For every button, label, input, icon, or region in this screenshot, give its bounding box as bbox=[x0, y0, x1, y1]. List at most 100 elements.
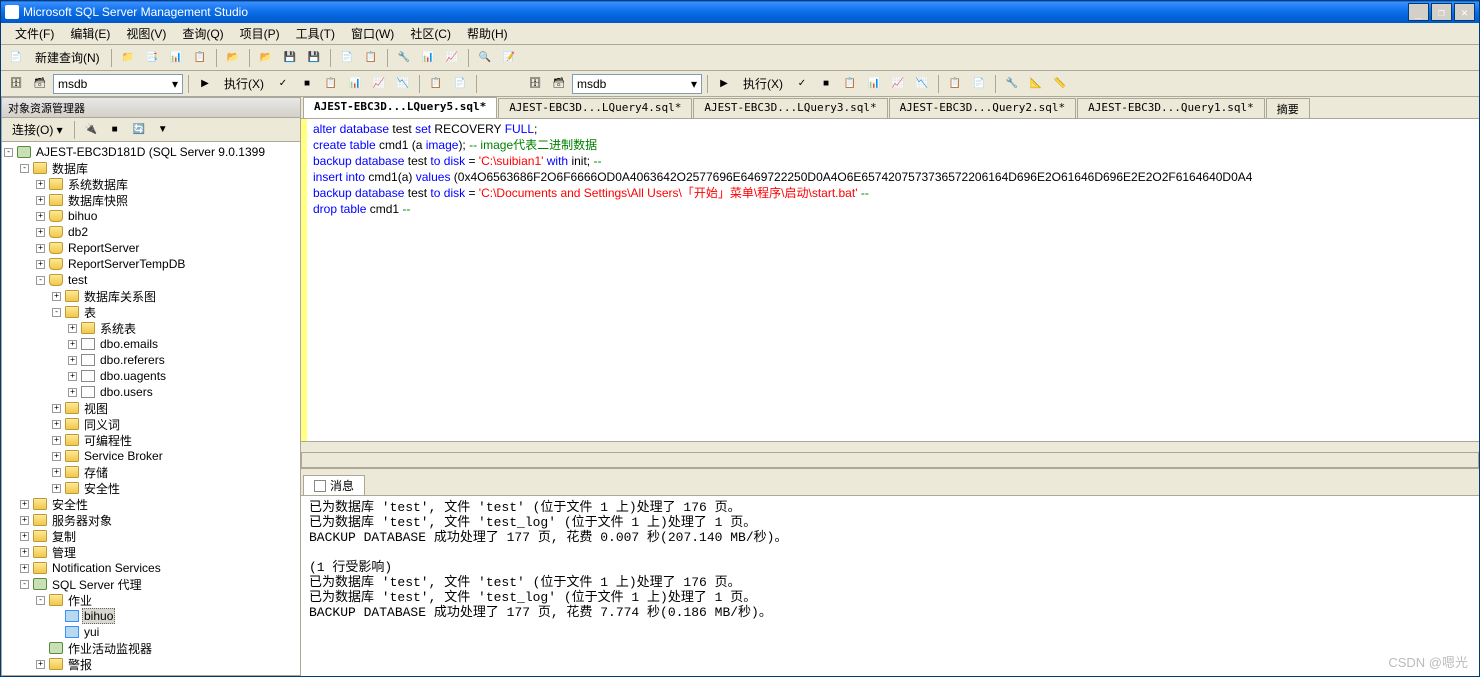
btn-icon-12[interactable]: 📊 bbox=[417, 47, 439, 69]
tree-toggle[interactable]: + bbox=[36, 180, 45, 189]
tree-node[interactable]: -AJEST-EBC3D181D (SQL Server 9.0.1399 bbox=[4, 144, 298, 160]
btn-icon-4[interactable]: 📋 bbox=[189, 47, 211, 69]
tree-node[interactable]: +dbo.uagents bbox=[4, 368, 298, 384]
tree-node[interactable]: +ReportServerTempDB bbox=[4, 256, 298, 272]
code-editor[interactable]: alter database test set RECOVERY FULL;cr… bbox=[301, 119, 1479, 441]
btn-db-icon-2[interactable]: 🗄 bbox=[524, 73, 546, 95]
icon-h[interactable]: 📉 bbox=[911, 73, 933, 95]
tree-toggle[interactable]: + bbox=[52, 420, 61, 429]
restore-button[interactable]: ❐ bbox=[1431, 3, 1452, 21]
menu-project[interactable]: 项目(P) bbox=[232, 23, 288, 44]
btn-icon-3[interactable]: 📊 bbox=[165, 47, 187, 69]
icon-l[interactable]: 📐 bbox=[1025, 73, 1047, 95]
tree-node[interactable]: +可编程性 bbox=[4, 432, 298, 448]
tree-node[interactable]: +系统数据库 bbox=[4, 176, 298, 192]
new-query-icon[interactable]: 📄 bbox=[5, 47, 27, 69]
tree-node[interactable]: +数据库快照 bbox=[4, 192, 298, 208]
tree-node[interactable]: yui bbox=[4, 624, 298, 640]
filter-icon[interactable]: ▼ bbox=[152, 119, 174, 141]
menu-tools[interactable]: 工具(T) bbox=[288, 23, 343, 44]
refresh-icon[interactable]: 🔄 bbox=[128, 119, 150, 141]
menu-window[interactable]: 窗口(W) bbox=[343, 23, 402, 44]
tree-toggle[interactable]: + bbox=[52, 292, 61, 301]
h-scrollbar[interactable] bbox=[301, 452, 1479, 468]
parse-icon-2[interactable]: 📋 bbox=[839, 73, 861, 95]
database-combo-2[interactable]: msdb▾ bbox=[572, 74, 702, 94]
btn-icon-2[interactable]: 📑 bbox=[141, 47, 163, 69]
tree-node[interactable]: +数据库关系图 bbox=[4, 288, 298, 304]
messages-output[interactable]: 已为数据库 'test', 文件 'test' (位于文件 1 上)处理了 17… bbox=[301, 496, 1479, 676]
btn-icon-9[interactable]: 📄 bbox=[336, 47, 358, 69]
editor-tab[interactable]: AJEST-EBC3D...LQuery3.sql* bbox=[693, 98, 887, 118]
execute-icon-2[interactable]: ▶ bbox=[713, 73, 735, 95]
tree-node[interactable]: -表 bbox=[4, 304, 298, 320]
tree-node[interactable]: +视图 bbox=[4, 400, 298, 416]
tree-node[interactable]: +警报 bbox=[4, 656, 298, 672]
execute-icon[interactable]: ▶ bbox=[194, 73, 216, 95]
btn-icon-10[interactable]: 📋 bbox=[360, 47, 382, 69]
tree-node[interactable]: +安全性 bbox=[4, 480, 298, 496]
icon-m[interactable]: 📏 bbox=[1049, 73, 1071, 95]
btn-icon-15[interactable]: 📝 bbox=[498, 47, 520, 69]
tree-toggle[interactable]: + bbox=[20, 532, 29, 541]
save-all-icon[interactable]: 💾 bbox=[303, 47, 325, 69]
menu-community[interactable]: 社区(C) bbox=[402, 23, 459, 44]
tree-node[interactable]: +系统表 bbox=[4, 320, 298, 336]
tree-toggle[interactable]: + bbox=[20, 516, 29, 525]
icon-c[interactable]: 📉 bbox=[392, 73, 414, 95]
connect-button[interactable]: 连接(O) ▾ bbox=[6, 119, 69, 140]
menu-help[interactable]: 帮助(H) bbox=[459, 23, 516, 44]
icon-k[interactable]: 🔧 bbox=[1001, 73, 1023, 95]
tree-node[interactable]: -数据库 bbox=[4, 160, 298, 176]
menu-query[interactable]: 查询(Q) bbox=[174, 23, 231, 44]
tree-node[interactable]: +安全性 bbox=[4, 496, 298, 512]
tree-node[interactable]: +dbo.emails bbox=[4, 336, 298, 352]
tree-toggle[interactable]: + bbox=[36, 196, 45, 205]
icon-j[interactable]: 📄 bbox=[968, 73, 990, 95]
check-icon[interactable]: ✓ bbox=[272, 73, 294, 95]
editor-tab[interactable]: AJEST-EBC3D...Query2.sql* bbox=[889, 98, 1077, 118]
icon-b[interactable]: 📈 bbox=[368, 73, 390, 95]
tree-node[interactable]: +dbo.users bbox=[4, 384, 298, 400]
tree-toggle[interactable]: + bbox=[20, 564, 29, 573]
tree-node[interactable]: +同义词 bbox=[4, 416, 298, 432]
tree-node[interactable]: +存储 bbox=[4, 464, 298, 480]
editor-tab[interactable]: AJEST-EBC3D...LQuery5.sql* bbox=[303, 97, 497, 118]
menu-file[interactable]: 文件(F) bbox=[7, 23, 62, 44]
btn-db2-icon[interactable]: 🗃 bbox=[29, 73, 51, 95]
code-content[interactable]: alter database test set RECOVERY FULL;cr… bbox=[307, 119, 1258, 441]
btn-icon-14[interactable]: 🔍 bbox=[474, 47, 496, 69]
tree-node[interactable]: +复制 bbox=[4, 528, 298, 544]
tree-node[interactable]: +bihuo bbox=[4, 208, 298, 224]
icon-g[interactable]: 📈 bbox=[887, 73, 909, 95]
icon-a[interactable]: 📊 bbox=[344, 73, 366, 95]
check-icon-2[interactable]: ✓ bbox=[791, 73, 813, 95]
tree-node[interactable]: +Notification Services bbox=[4, 560, 298, 576]
menu-edit[interactable]: 编辑(E) bbox=[62, 23, 118, 44]
stop-icon[interactable]: ■ bbox=[104, 119, 126, 141]
tree-toggle[interactable]: + bbox=[68, 372, 77, 381]
btn-db-icon[interactable]: 🗄 bbox=[5, 73, 27, 95]
icon-f[interactable]: 📊 bbox=[863, 73, 885, 95]
tree-node[interactable]: +db2 bbox=[4, 224, 298, 240]
tree-toggle[interactable]: + bbox=[68, 340, 77, 349]
menu-view[interactable]: 视图(V) bbox=[118, 23, 174, 44]
close-button[interactable]: ✕ bbox=[1454, 3, 1475, 21]
tree-toggle[interactable]: - bbox=[52, 308, 61, 317]
btn-icon-11[interactable]: 🔧 bbox=[393, 47, 415, 69]
minimize-button[interactable]: _ bbox=[1408, 3, 1429, 21]
icon-d[interactable]: 📋 bbox=[425, 73, 447, 95]
tree-node[interactable]: +服务器对象 bbox=[4, 512, 298, 528]
tree-toggle[interactable]: + bbox=[36, 244, 45, 253]
tree-toggle[interactable]: + bbox=[52, 436, 61, 445]
tree-toggle[interactable]: + bbox=[36, 260, 45, 269]
tree-node[interactable]: -test bbox=[4, 272, 298, 288]
tree-toggle[interactable]: - bbox=[20, 164, 29, 173]
tree-toggle[interactable]: + bbox=[36, 660, 45, 669]
stop-icon-2[interactable]: ■ bbox=[815, 73, 837, 95]
tree-toggle[interactable]: - bbox=[36, 276, 45, 285]
editor-tab[interactable]: 摘要 bbox=[1266, 98, 1310, 118]
disconnect-icon[interactable]: 🔌 bbox=[80, 119, 102, 141]
tree-toggle[interactable]: + bbox=[68, 388, 77, 397]
tree-node[interactable]: +Service Broker bbox=[4, 448, 298, 464]
